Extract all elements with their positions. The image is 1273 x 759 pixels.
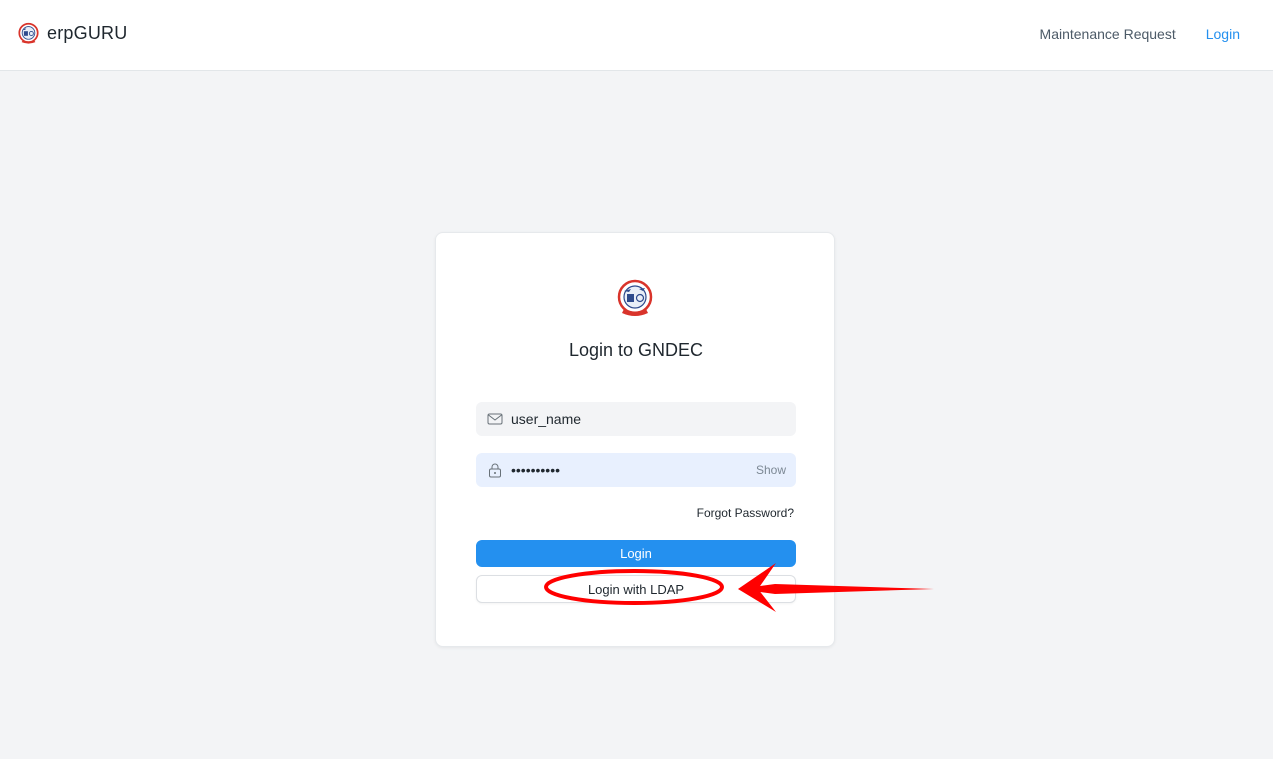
nav-link-maintenance-request[interactable]: Maintenance Request: [1040, 26, 1176, 42]
login-button[interactable]: Login: [476, 540, 796, 567]
nav-links: Maintenance Request Login: [1010, 26, 1240, 42]
nav-link-login[interactable]: Login: [1206, 26, 1240, 42]
email-input[interactable]: [511, 404, 796, 434]
top-navbar: erpGURU Maintenance Request Login: [0, 0, 1273, 71]
brand-link[interactable]: erpGURU: [17, 22, 127, 45]
brand-name: erpGURU: [47, 23, 128, 43]
college-logo-icon: [617, 279, 653, 316]
mail-icon: [487, 413, 503, 425]
password-field[interactable]: Show: [476, 453, 796, 487]
login-title: Login to GNDEC: [568, 340, 704, 360]
password-input[interactable]: [511, 455, 756, 485]
email-field[interactable]: [476, 402, 796, 436]
lock-icon: [489, 463, 501, 478]
college-logo-icon: [18, 22, 39, 44]
login-with-ldap-button[interactable]: Login with LDAP: [476, 575, 796, 603]
login-card: Login to GNDEC Show Forgot Password? Log…: [435, 232, 835, 647]
forgot-password-link[interactable]: Forgot Password?: [697, 506, 794, 520]
show-password-toggle[interactable]: Show: [756, 463, 786, 477]
